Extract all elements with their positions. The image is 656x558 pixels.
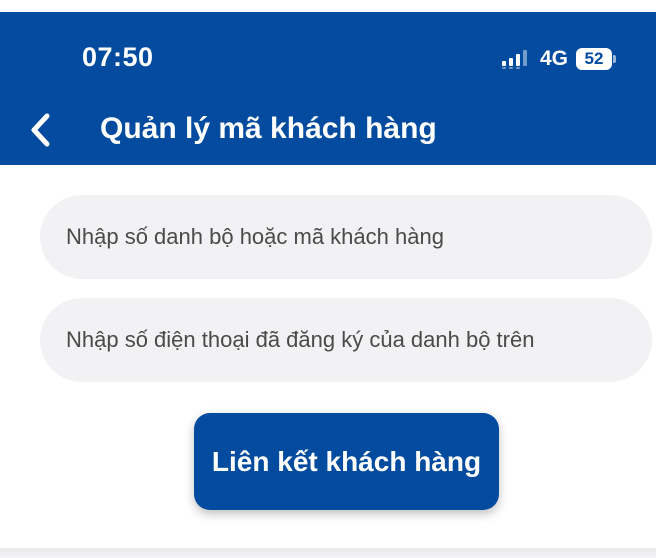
network-type-label: 4G (540, 47, 569, 70)
battery-level: 52 (576, 48, 613, 70)
top-edge (0, 0, 656, 12)
link-customer-button[interactable]: Liên kết khách hàng (194, 413, 499, 510)
cellular-signal-icon (502, 50, 527, 69)
customer-code-input[interactable] (40, 195, 652, 279)
app-header: 07:50 4G 52 Quản lý mã khách hàng (0, 12, 656, 165)
status-time: 07:50 (82, 42, 154, 72)
customer-code-screen: 07:50 4G 52 Quản lý mã khách hàng Nhập s… (0, 0, 656, 558)
phone-number-input[interactable] (40, 298, 652, 382)
chevron-left-icon (31, 113, 50, 147)
status-indicators: 4G 52 (500, 45, 617, 73)
link-customer-button-label: Liên kết khách hàng (211, 445, 482, 477)
card-bottom-edge (0, 548, 656, 558)
back-button[interactable] (22, 110, 58, 150)
battery-tip (613, 55, 617, 63)
battery-icon: 52 (576, 48, 617, 70)
page-title: Quản lý mã khách hàng (100, 112, 437, 145)
